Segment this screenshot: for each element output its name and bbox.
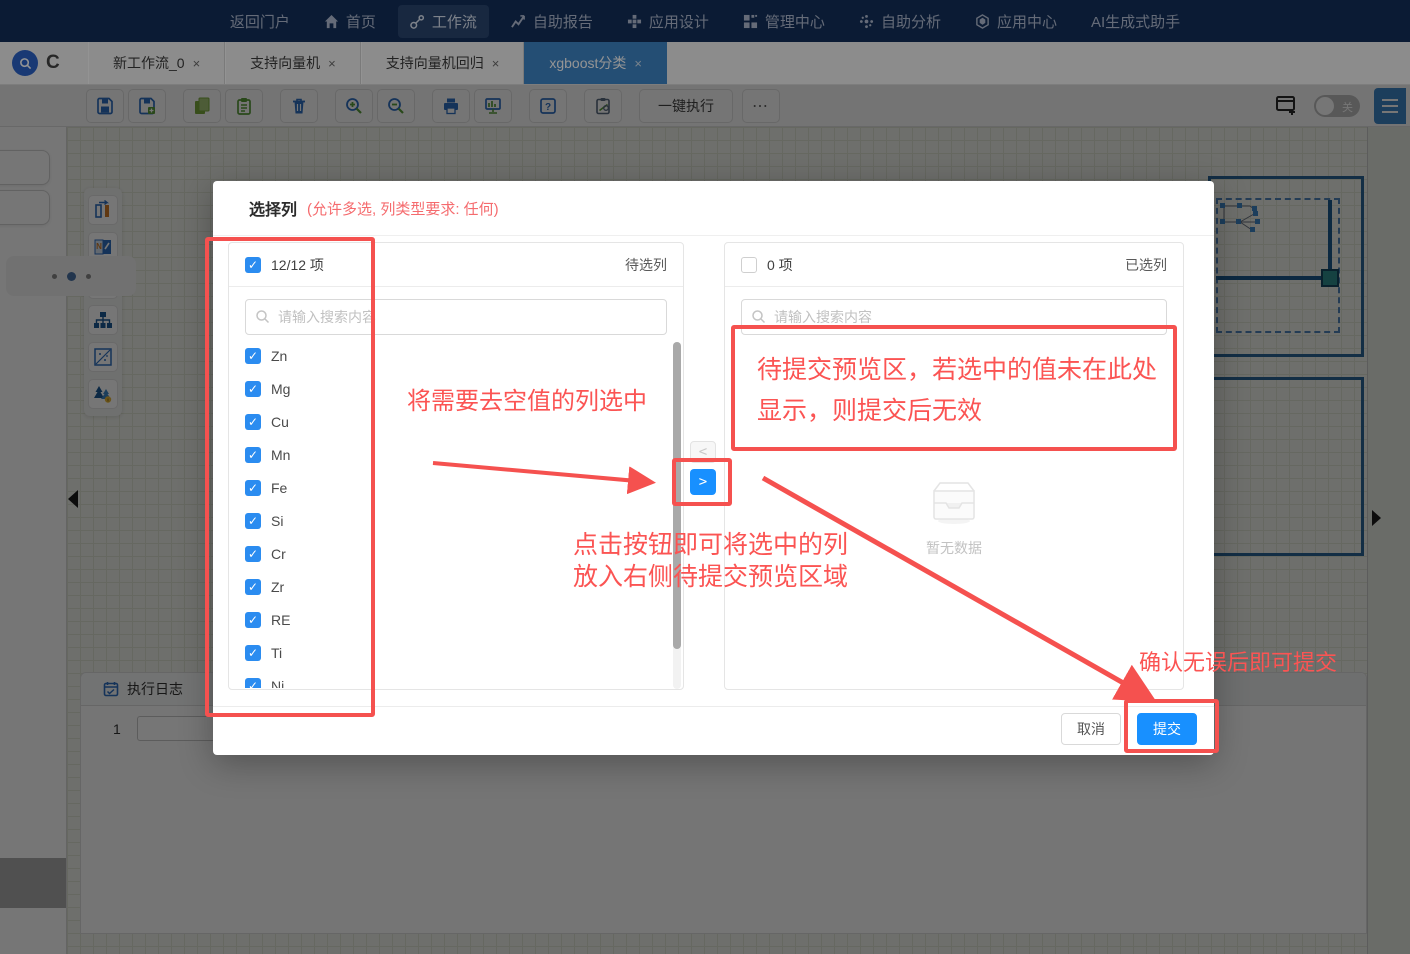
annotation-box-preview-area: [731, 325, 1177, 451]
annotation-box-source-list: [205, 237, 375, 717]
modal-title: 选择列: [249, 196, 297, 220]
annotation-preview-hint-line1: 待提交预览区，若选中的值未在此处: [757, 350, 1157, 386]
select-all-checkbox[interactable]: [741, 257, 757, 273]
annotation-submit-hint: 确认无误后即可提交: [1139, 645, 1337, 677]
search-icon: [751, 309, 766, 324]
cancel-button[interactable]: 取消: [1061, 713, 1121, 745]
target-panel-header: 0 项 已选列: [725, 243, 1183, 287]
annotation-box-submit-button: [1124, 699, 1219, 753]
target-corner-label: 已选列: [1125, 255, 1167, 275]
annotation-box-transfer-button: [672, 458, 732, 506]
modal-header: 选择列 (允许多选, 列类型要求: 任何): [213, 181, 1214, 236]
annotation-click-hint-line2: 放入右侧待提交预览区域: [573, 557, 848, 593]
target-columns-panel: 0 项 已选列 暂无数据: [724, 242, 1184, 690]
empty-inbox-icon: [926, 481, 982, 525]
target-count-label: 0 项: [767, 255, 793, 275]
empty-state: 暂无数据: [926, 481, 982, 558]
annotation-preview-hint-line2: 显示，则提交后无效: [757, 391, 982, 427]
annotation-select-hint: 将需要去空值的列选中: [407, 381, 647, 416]
annotation-click-hint-line1: 点击按钮即可将选中的列: [573, 525, 848, 561]
empty-state-text: 暂无数据: [926, 538, 982, 558]
modal-title-note: (允许多选, 列类型要求: 任何): [307, 198, 499, 219]
source-list-scrollbar[interactable]: [673, 342, 681, 689]
source-corner-label: 待选列: [625, 255, 667, 275]
app-screen: 返回门户 首页 工作流 自助报告 应用设计 管理中心: [0, 0, 1410, 954]
